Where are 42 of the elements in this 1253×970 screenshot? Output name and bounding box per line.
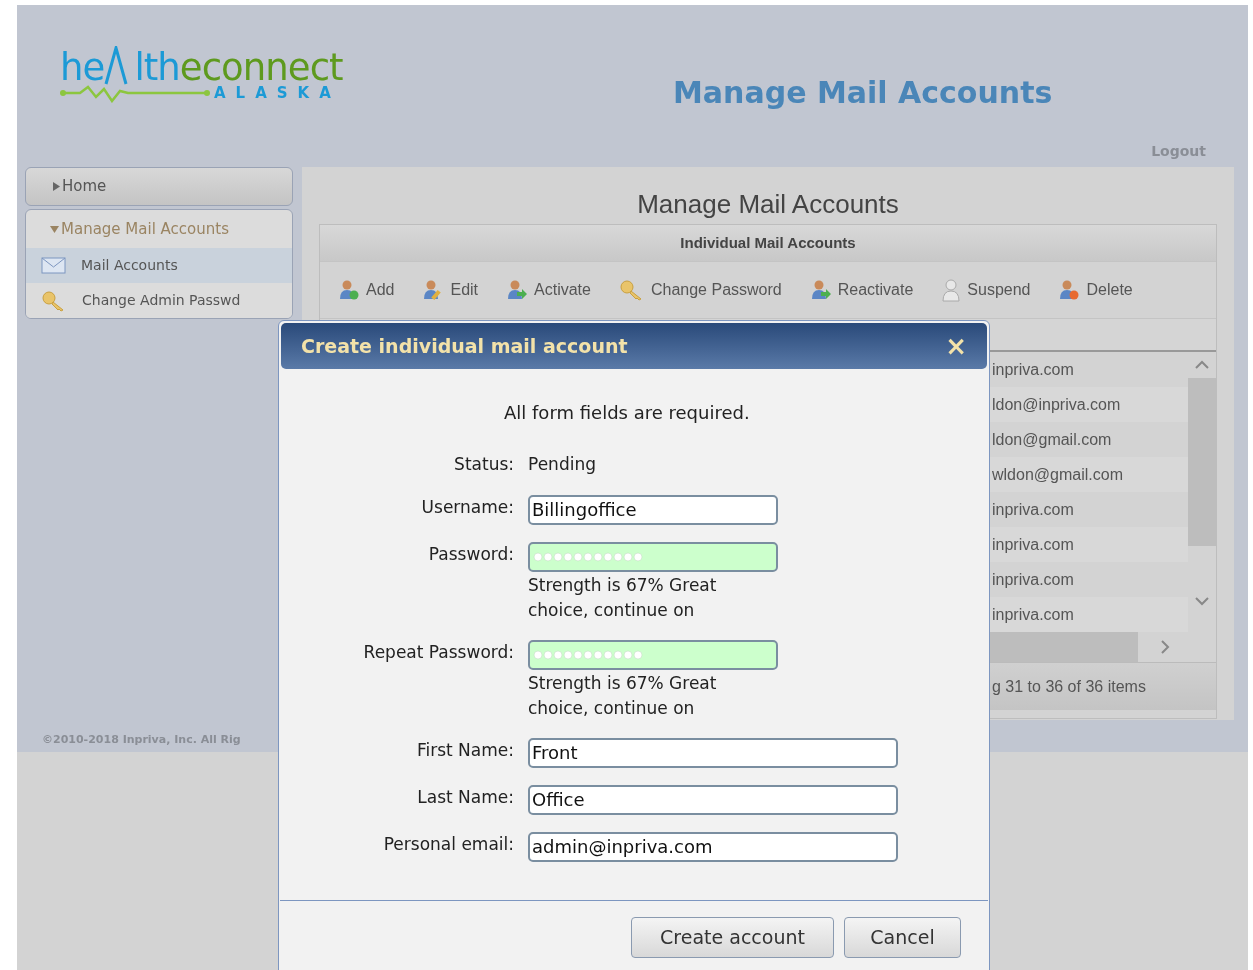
chevron-down-icon [1194, 596, 1210, 606]
toolbar-button[interactable]: Reactivate [809, 278, 914, 302]
chevron-up-icon [1194, 360, 1210, 370]
caret-right-icon [53, 182, 60, 191]
menu-group-header[interactable]: Manage Mail Accounts [26, 210, 292, 248]
grid-title: Individual Mail Accounts [320, 225, 1216, 261]
field-label: First Name: [415, 738, 514, 762]
strength-message: Strength is 67% Great choice, continue on [528, 671, 718, 720]
dialog-button[interactable]: Create account [631, 916, 834, 958]
toolbar-button[interactable]: Change Password [618, 278, 782, 302]
dialog-button[interactable]: Cancel [844, 916, 961, 958]
add-user-icon [338, 279, 360, 301]
panel-title: Manage Mail Accounts [636, 188, 900, 221]
toolbar-button[interactable]: Delete [1058, 278, 1133, 302]
password-field[interactable] [528, 639, 778, 670]
activate-user-icon [506, 279, 529, 301]
delete-user-icon [1058, 279, 1081, 301]
home-button[interactable]: Home [25, 167, 293, 206]
input-field[interactable]: admin@inpriva.com [528, 831, 898, 862]
input-field[interactable]: Billingoffice [528, 494, 778, 525]
toolbar-button[interactable]: Edit [422, 278, 479, 302]
password-mask-dots-icon [533, 551, 643, 562]
toolbar-button[interactable]: Activate [506, 278, 591, 302]
form-note: All form fields are required. [504, 401, 751, 425]
page-title: Manage Mail Accounts [673, 74, 1053, 112]
chevron-right-icon [1160, 639, 1170, 655]
reactivate-user-icon [809, 279, 832, 301]
input-field[interactable]: Office [528, 784, 898, 815]
person-icon [941, 278, 962, 302]
field-label: Username: [420, 495, 514, 519]
toolbar-button[interactable]: Suspend [941, 278, 1031, 302]
password-field[interactable] [528, 541, 778, 572]
toolbar-button[interactable]: Add [338, 278, 395, 302]
field-label: Last Name: [416, 785, 514, 809]
sidebar-item[interactable]: Mail Accounts [26, 248, 292, 283]
field-label: Personal email: [382, 832, 514, 856]
password-mask-dots-icon [533, 649, 643, 660]
field-label: Repeat Password: [362, 640, 514, 664]
input-field[interactable]: Front [528, 737, 898, 768]
envelope-icon [41, 257, 66, 274]
logo: he ltheconnect ALASKA [60, 45, 344, 105]
pager-info: g 31 to 36 of 36 items [992, 676, 1146, 697]
